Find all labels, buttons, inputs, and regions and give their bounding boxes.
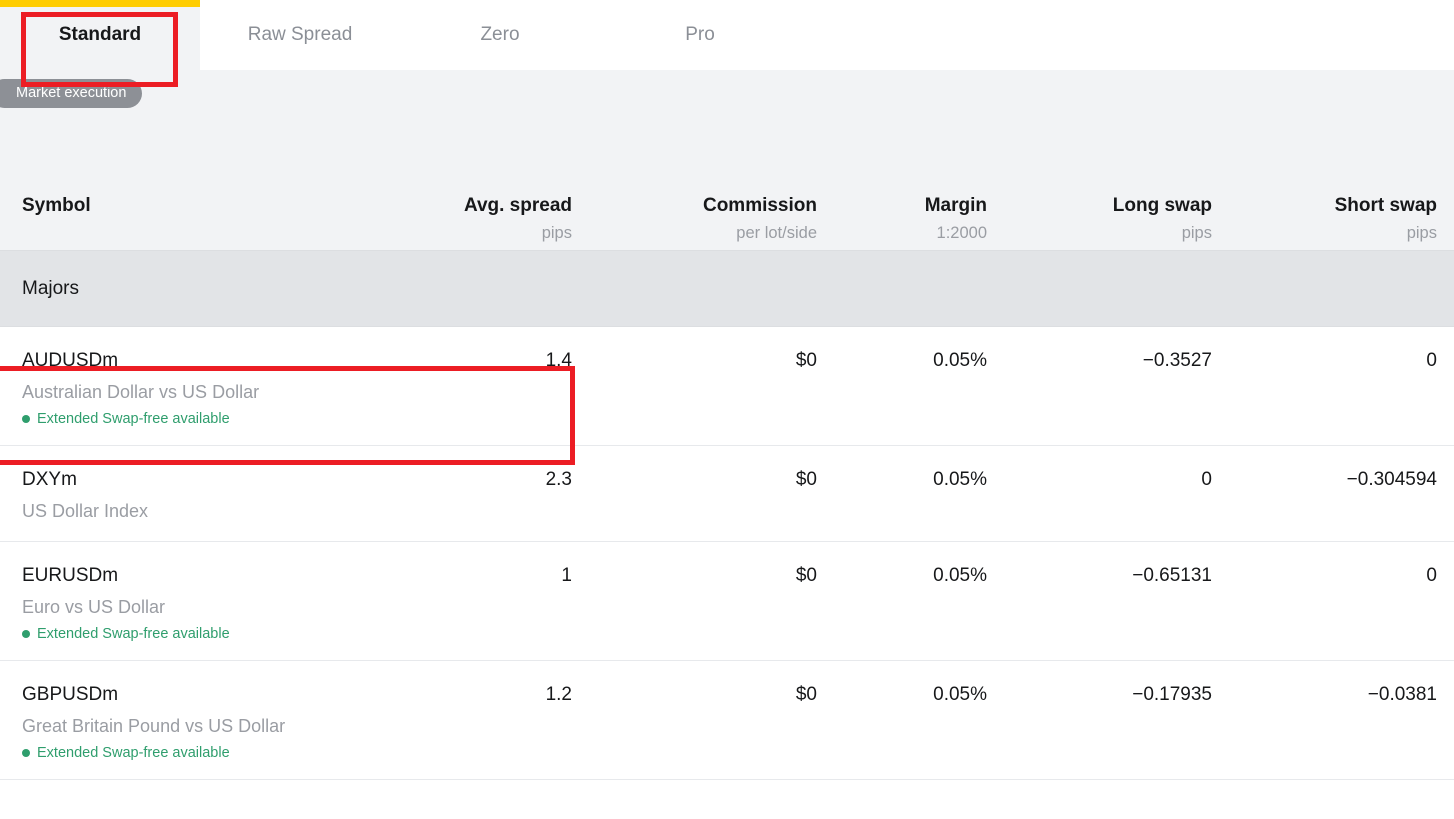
- status-dot-icon: [22, 629, 30, 638]
- symbol-name: AUDUSDm: [22, 350, 119, 371]
- cell-avg-spread: 1.2: [545, 683, 572, 705]
- swap-free-label: Extended Swap-free available: [37, 625, 230, 642]
- cell-long-swap: −0.65131: [1132, 564, 1212, 586]
- table-row[interactable]: EURUSDm Euro vs US Dollar Extended Swap-fr…: [0, 541, 1454, 661]
- table-row[interactable]: DXYm US Dollar Index 2.3 $0 0.05% 0 −0.304594: [0, 445, 1454, 542]
- symbol-description: Euro vs US Dollar: [22, 596, 166, 617]
- table-header: Symbol Avg. spread pips Commission per l…: [0, 180, 1454, 250]
- swap-free-badge: Extended Swap-free available: [22, 411, 442, 427]
- cell-avg-spread: 1.4: [545, 350, 572, 371]
- swap-free-badge: Extended Swap-free available: [22, 745, 442, 761]
- cell-long-swap: −0.3527: [1142, 350, 1212, 371]
- column-header-avg-spread-sub: pips: [541, 223, 572, 242]
- cell-avg-spread: 1: [561, 564, 572, 586]
- symbol-name: EURUSDm: [22, 564, 119, 586]
- cell-margin: 0.05%: [933, 350, 987, 371]
- tab-pro-label: Pro: [685, 24, 715, 45]
- cell-short-swap: 0: [1426, 564, 1437, 586]
- account-type-tabs: Standard Raw Spread Zero Pro: [0, 0, 1454, 70]
- table-row[interactable]: AUDUSDm Australian Dollar vs US Dollar Ext…: [0, 327, 1454, 446]
- tab-zero[interactable]: Zero: [400, 0, 600, 70]
- cell-long-swap: 0: [1201, 468, 1212, 490]
- cell-commission: $0: [795, 564, 817, 586]
- column-header-symbol: Symbol: [22, 180, 442, 242]
- column-header-commission-sub: per lot/side: [736, 223, 817, 242]
- cell-symbol: DXYm US Dollar Index: [22, 468, 442, 523]
- column-header-margin: Margin 1:2000: [817, 180, 987, 242]
- tab-zero-label: Zero: [480, 24, 520, 45]
- group-header-label: Majors: [22, 277, 80, 299]
- column-header-avg-spread-label: Avg. spread: [463, 195, 572, 216]
- table-row[interactable]: GBPUSDm Great Britain Pound vs US Dollar E…: [0, 660, 1454, 780]
- swap-free-badge: Extended Swap-free available: [22, 626, 442, 642]
- column-header-commission-label: Commission: [702, 195, 817, 216]
- tab-raw-spread-label: Raw Spread: [247, 24, 353, 45]
- tab-raw-spread[interactable]: Raw Spread: [200, 0, 400, 70]
- column-header-margin-label: Margin: [924, 195, 987, 216]
- tab-standard-label: Standard: [58, 24, 142, 45]
- column-header-long-swap-sub: pips: [1181, 223, 1212, 242]
- cell-avg-spread: 2.3: [545, 468, 572, 490]
- column-header-margin-sub: 1:2000: [936, 223, 987, 242]
- symbol-description: US Dollar Index: [22, 500, 149, 521]
- cell-commission: $0: [795, 350, 817, 371]
- symbol-name: DXYm: [22, 468, 77, 490]
- cell-margin: 0.05%: [933, 564, 987, 586]
- swap-free-label: Extended Swap-free available: [37, 744, 230, 761]
- cell-margin: 0.05%: [933, 683, 987, 705]
- tab-pro[interactable]: Pro: [600, 0, 800, 70]
- column-header-short-swap: Short swap pips: [1212, 180, 1437, 242]
- cell-long-swap: −0.17935: [1132, 683, 1212, 705]
- column-header-avg-spread: Avg. spread pips: [442, 180, 572, 242]
- column-header-long-swap-label: Long swap: [1112, 195, 1212, 216]
- column-header-short-swap-sub: pips: [1406, 223, 1437, 242]
- group-header-majors: Majors: [0, 250, 1454, 327]
- column-header-short-swap-label: Short swap: [1334, 195, 1437, 216]
- column-header-symbol-label: Symbol: [22, 195, 91, 216]
- cell-commission: $0: [795, 468, 817, 490]
- active-tab-accent-bar: [0, 0, 200, 7]
- column-header-long-swap: Long swap pips: [987, 180, 1212, 242]
- symbol-description: Great Britain Pound vs US Dollar: [22, 715, 286, 736]
- status-dot-icon: [22, 748, 30, 757]
- tab-standard[interactable]: Standard: [0, 0, 200, 70]
- cell-commission: $0: [795, 683, 817, 705]
- cell-short-swap: −0.0381: [1367, 683, 1437, 705]
- swap-free-label: Extended Swap-free available: [37, 410, 230, 427]
- symbol-name: GBPUSDm: [22, 683, 119, 705]
- symbol-table-body: AUDUSDm Australian Dollar vs US Dollar Ext…: [0, 327, 1454, 780]
- cell-symbol: GBPUSDm Great Britain Pound vs US Dollar E…: [22, 683, 442, 761]
- cell-symbol: AUDUSDm Australian Dollar vs US Dollar Ext…: [22, 349, 442, 427]
- execution-type-badge: Market execution: [0, 79, 143, 108]
- symbol-description: Australian Dollar vs US Dollar: [22, 381, 260, 402]
- cell-symbol: EURUSDm Euro vs US Dollar Extended Swap-fr…: [22, 564, 442, 642]
- cell-short-swap: −0.304594: [1346, 468, 1437, 490]
- status-dot-icon: [22, 414, 30, 423]
- cell-margin: 0.05%: [933, 468, 987, 490]
- cell-short-swap: 0: [1426, 350, 1437, 371]
- execution-badge-strip: Market execution: [0, 70, 1454, 180]
- column-header-commission: Commission per lot/side: [572, 180, 817, 242]
